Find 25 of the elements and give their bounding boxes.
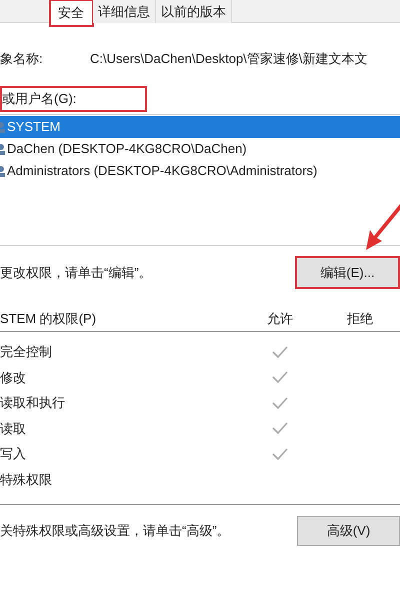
edit-button[interactable]: 编辑(E)... (295, 256, 400, 289)
user-list-item[interactable]: SYSTEM (0, 116, 400, 138)
permission-name: 完全控制 (0, 343, 53, 361)
advanced-button[interactable]: 高级(V) (297, 516, 400, 546)
user-icon (0, 143, 6, 155)
field-label: 象名称: (0, 50, 44, 68)
hint-text: 更改权限，请单击“编辑”。 (0, 264, 152, 282)
user-list-item[interactable]: Administrators (DESKTOP-4KG8CRO\Administrators) (0, 160, 400, 182)
user-icon (0, 121, 6, 133)
user-icon (0, 165, 6, 177)
field-label: 或用户名(G): (2, 90, 76, 108)
object-path: C:\Users\DaChen\Desktop\管家速修\新建文本文 (90, 50, 368, 68)
tab[interactable]: 详细信息 (93, 0, 156, 23)
permission-name: 特殊权限 (0, 470, 53, 488)
permissions-title: STEM 的权限(P) (0, 310, 98, 328)
tab[interactable]: 安全 (50, 0, 93, 26)
column-header: 允许 (266, 310, 294, 328)
column-header: 拒绝 (346, 310, 374, 328)
permission-name: 修改 (0, 368, 27, 386)
permission-name: 读取 (0, 420, 27, 438)
permission-name: 写入 (0, 445, 27, 463)
permission-name: 读取和执行 (0, 394, 66, 412)
hint-text: 关特殊权限或高级设置，请单击“高级”。 (0, 522, 230, 540)
user-list-item[interactable]: DaChen (DESKTOP-4KG8CRO\DaChen) (0, 138, 400, 160)
tab[interactable]: 以前的版本 (156, 0, 232, 23)
